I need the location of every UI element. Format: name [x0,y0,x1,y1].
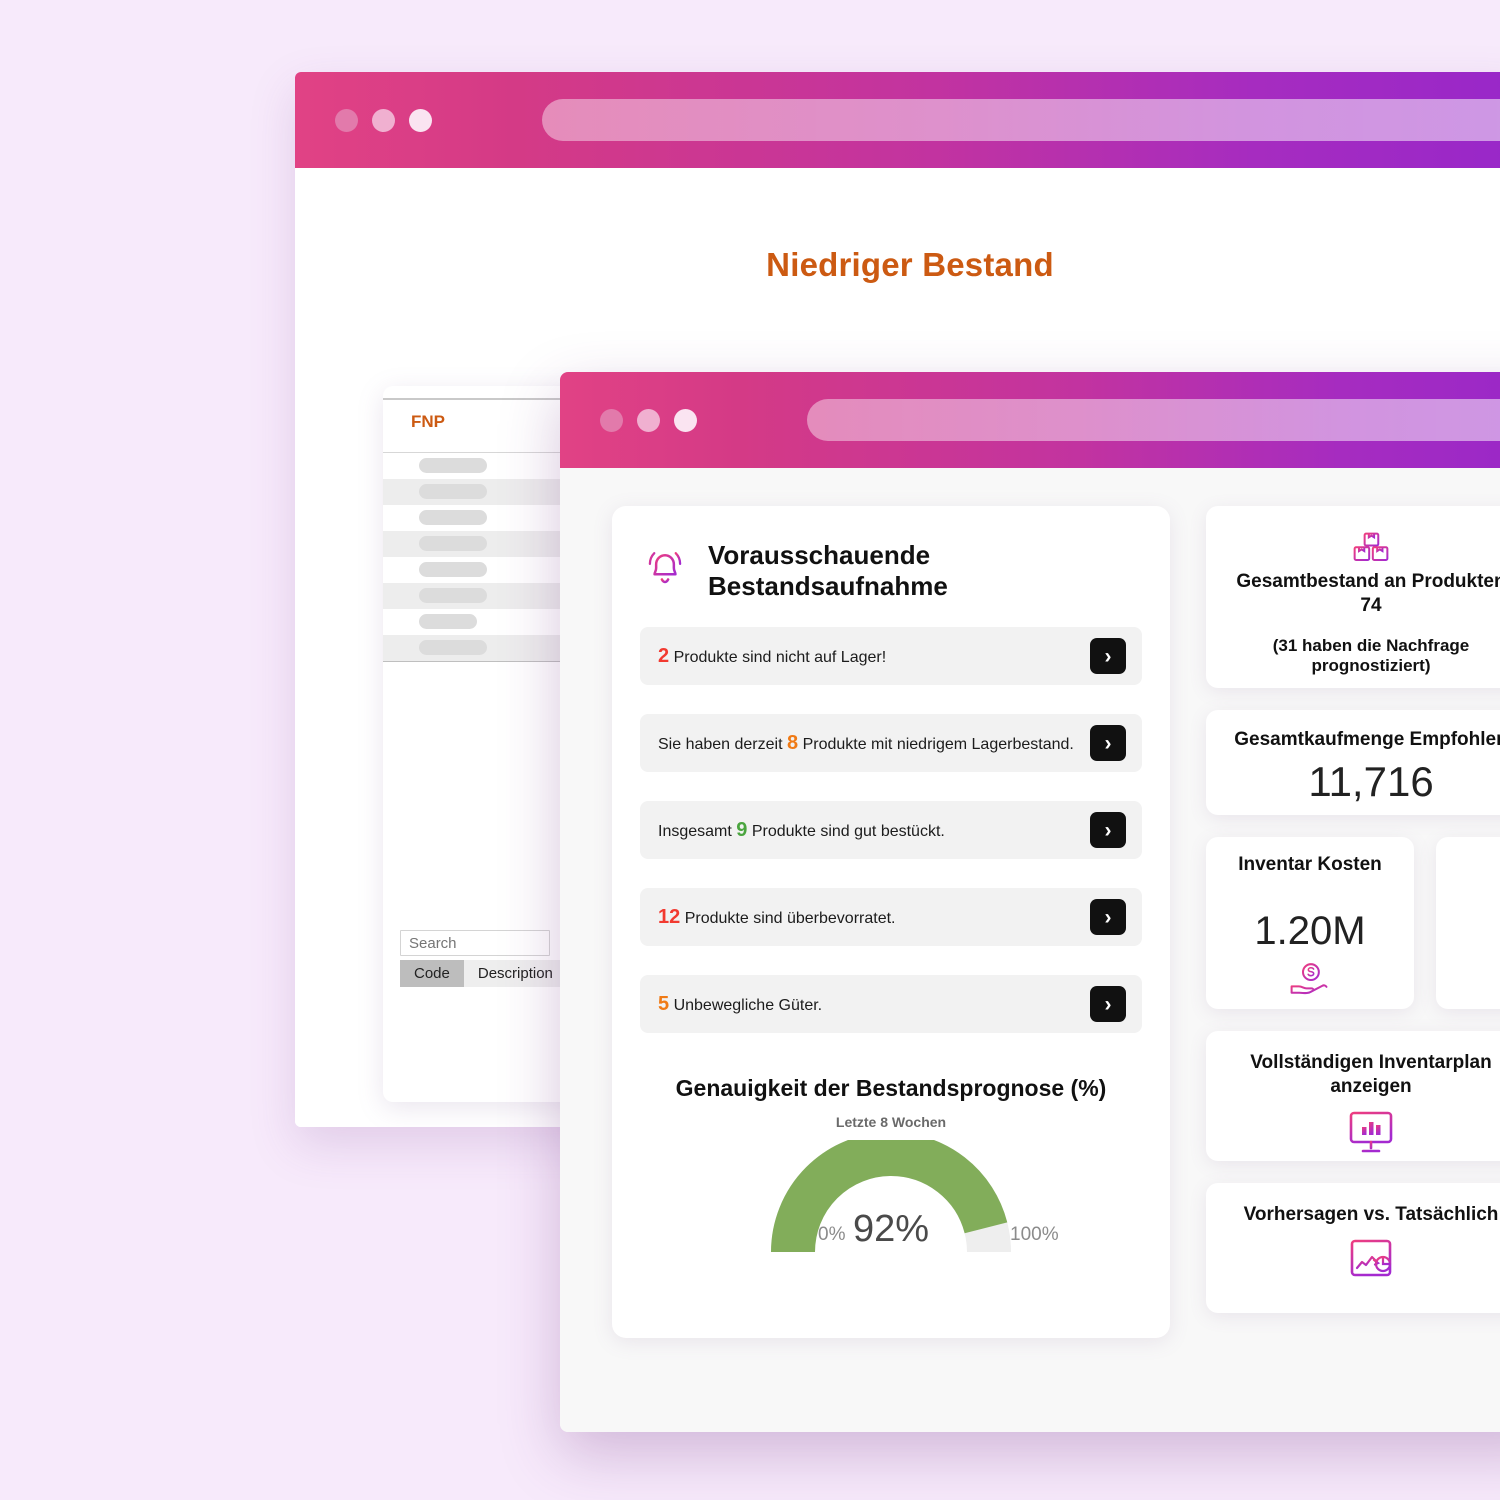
alert-row[interactable]: Insgesamt 9 Produkte sind gut bestückt. … [640,801,1142,860]
forecast-accuracy-gauge: Genauigkeit der Bestandsprognose (%) Let… [640,1075,1142,1264]
bell-icon [640,543,690,598]
alert-row[interactable]: 12 Produkte sind überbevorratet. › [640,888,1142,947]
foreground-browser-window: Vorausschauende Bestandsaufnahme 2 Produ… [560,372,1500,1432]
total-products-value: 74 [1360,594,1382,616]
alert-number: 2 [658,644,670,667]
background-address-bar[interactable] [542,99,1500,141]
cell-placeholder [419,510,487,525]
cell-placeholder [419,484,487,499]
alert-suffix: Produkte sind überbevorratet. [684,909,896,927]
total-products-note: (31 haben die Nachfrage prognostiziert) [1272,635,1470,675]
minimize-dot[interactable] [372,108,395,132]
inventory-plan-card[interactable]: Vollständigen Inventarplan anzeigen [1206,1031,1500,1161]
alert-suffix: Produkte sind gut bestückt. [751,822,945,840]
search-input[interactable] [400,930,550,956]
total-products-label: Gesamtbestand an Produkten [1236,571,1500,592]
cell-placeholder [419,536,487,551]
background-window-titlebar [295,72,1500,168]
snapshot-title: Vorausschauende Bestandsaufnahme [708,540,948,601]
cell-placeholder [419,588,487,603]
maximize-dot[interactable] [409,108,432,132]
cell-placeholder [419,458,487,473]
purchase-quantity-value: 11,716 [1308,757,1434,805]
boxes-icon [1216,530,1500,570]
alert-prefix: Sie haben derzeit [658,735,783,753]
foreground-window-traffic-lights [600,408,697,432]
search-scope-description[interactable]: Description [463,960,567,987]
purchase-quantity-label: Gesamtkaufmenge Empfohlen [1234,729,1500,750]
alert-suffix: Produkte sind nicht auf Lager! [673,648,887,666]
alert-number: 9 [736,818,748,841]
predictive-stock-snapshot-card: Vorausschauende Bestandsaufnahme 2 Produ… [612,506,1170,1338]
purchase-quantity-card[interactable]: Gesamtkaufmenge Empfohlen 11,716 [1206,710,1500,815]
alert-number: 8 [786,731,799,754]
monitor-chart-icon [1216,1107,1500,1157]
cell-placeholder [419,614,477,629]
alert-number: 5 [658,992,670,1015]
minimize-dot[interactable] [637,408,660,432]
search-scope-code[interactable]: Code [400,960,464,987]
alert-number: 12 [658,905,681,928]
forecast-vs-actual-label: Vorhersagen vs. Tatsächlich [1243,1204,1499,1225]
alert-row[interactable]: 5 Unbewegliche Güter. › [640,975,1142,1034]
snapshot-header: Vorausschauende Bestandsaufnahme [640,540,1142,601]
forecast-vs-actual-card[interactable]: Vorhersagen vs. Tatsächlich [1206,1183,1500,1313]
adjacent-kpi-card-partial[interactable] [1436,837,1500,1009]
kpi-column: Gesamtbestand an Produkten 74 (31 haben … [1206,506,1500,1432]
kpi-card-row: Inventar Kosten 1.20M [1206,837,1500,1009]
close-dot[interactable] [335,108,358,132]
alert-text: 5 Unbewegliche Güter. [658,993,822,1016]
gauge-subtitle: Letzte 8 Wochen [835,1114,947,1131]
alert-row[interactable]: Sie haben derzeit 8 Produkte mit niedrig… [640,714,1142,773]
gauge-min-label: 0% [818,1224,846,1246]
alert-text: 2 Produkte sind nicht auf Lager! [658,645,886,668]
cell-placeholder [419,562,487,577]
foreground-address-bar[interactable] [807,399,1500,441]
total-products-card[interactable]: Gesamtbestand an Produkten 74 (31 haben … [1206,506,1500,688]
foreground-window-body: Vorausschauende Bestandsaufnahme 2 Produ… [560,468,1500,1432]
alert-text: Insgesamt 9 Produkte sind gut bestückt. [658,819,945,842]
gauge-title: Genauigkeit der Bestandsprognose (%) [675,1075,1107,1102]
chevron-right-icon[interactable]: › [1090,812,1126,849]
column-header-fnp[interactable]: FNP [411,412,445,432]
alert-text: 12 Produkte sind überbevorratet. [658,906,896,929]
foreground-window-titlebar [560,372,1500,468]
cell-placeholder [419,640,487,655]
alert-prefix: Insgesamt [658,822,732,840]
browser-analytics-icon [1216,1235,1500,1283]
gauge-value-label: 92% [852,1208,930,1251]
page-title: Niedriger Bestand [766,246,1054,283]
inventory-plan-label: Vollständigen Inventarplan anzeigen [1250,1052,1492,1097]
alert-row[interactable]: 2 Produkte sind nicht auf Lager! › [640,627,1142,686]
gauge-plot: 92% 0% 100% [640,1140,1142,1264]
chevron-right-icon[interactable]: › [1090,725,1126,762]
alert-suffix: Produkte mit niedrigem Lagerbestand. [802,735,1074,753]
inventory-cost-value: 1.20M [1254,908,1366,953]
inventory-cost-card[interactable]: Inventar Kosten 1.20M [1206,837,1414,1009]
close-dot[interactable] [600,408,623,432]
gauge-max-label: 100% [1010,1224,1059,1246]
chevron-right-icon[interactable]: › [1090,986,1126,1023]
inventory-cost-label: Inventar Kosten [1238,854,1382,875]
maximize-dot[interactable] [674,408,697,432]
chevron-right-icon[interactable]: › [1090,899,1126,936]
hand-money-icon [1216,962,1404,996]
chevron-right-icon[interactable]: › [1090,638,1126,675]
alert-suffix: Unbewegliche Güter. [673,996,823,1014]
alert-text: Sie haben derzeit 8 Produkte mit niedrig… [658,732,1074,755]
background-window-traffic-lights [335,108,432,132]
